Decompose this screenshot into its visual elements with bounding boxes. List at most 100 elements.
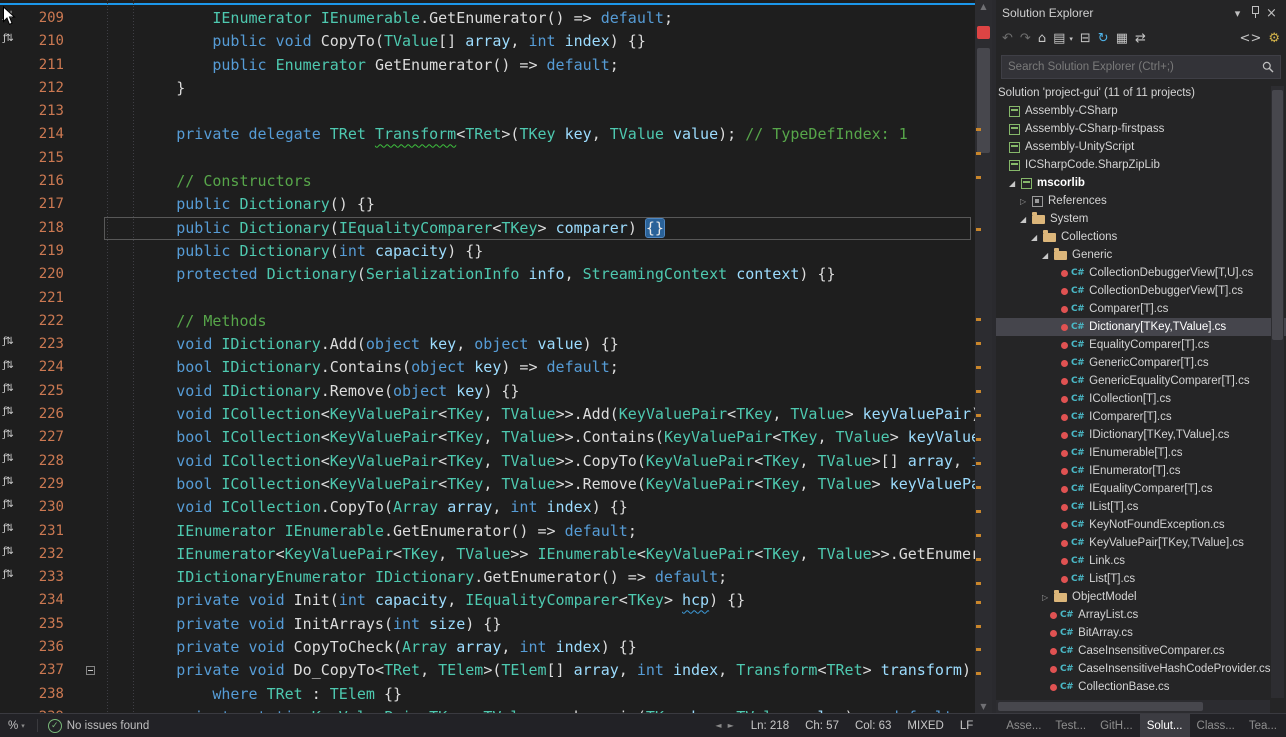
- code-line-218[interactable]: public Dictionary(IEqualityComparer<TKey…: [104, 217, 975, 240]
- tree-item[interactable]: C#IEnumerator[T].cs: [996, 462, 1286, 480]
- tree-item[interactable]: C#BitArray.cs: [996, 624, 1286, 642]
- code-line-231[interactable]: IEnumerator IEnumerable.GetEnumerator() …: [104, 520, 975, 543]
- implements-interface-icon[interactable]: ƒ⇅: [3, 10, 13, 21]
- tree-item[interactable]: C#ArrayList.cs: [996, 606, 1286, 624]
- expander-icon[interactable]: ◢: [1031, 233, 1043, 242]
- code-editor[interactable]: ƒ⇅ƒ⇅ƒ⇅ƒ⇅ƒ⇅ƒ⇅ƒ⇅ƒ⇅ƒ⇅ƒ⇅ƒ⇅ƒ⇅ƒ⇅ 2092102112122…: [0, 0, 992, 713]
- expander-icon[interactable]: ◢: [1020, 215, 1032, 224]
- code-line-232[interactable]: IEnumerator<KeyValuePair<TKey, TValue>> …: [104, 543, 975, 566]
- fold-toggle[interactable]: [86, 666, 95, 675]
- scrollbar-down-icon[interactable]: ▼: [975, 702, 992, 711]
- expander-icon[interactable]: ▷: [1020, 197, 1032, 206]
- implements-interface-icon[interactable]: ƒ⇅: [3, 33, 13, 44]
- code-line-230[interactable]: void ICollection.CopyTo(Array array, int…: [104, 496, 975, 519]
- code-line-212[interactable]: }: [104, 77, 975, 100]
- tool-window-tab[interactable]: Solut...: [1140, 714, 1190, 737]
- tool-window-tab[interactable]: Asse...: [999, 714, 1048, 737]
- panel-title-bar[interactable]: Solution Explorer ▾×: [996, 0, 1286, 26]
- expander-icon[interactable]: ▷: [1042, 593, 1054, 602]
- document-health-indicator[interactable]: ✓ No issues found: [42, 719, 155, 733]
- collapse-all-icon[interactable]: ⊟: [1080, 31, 1091, 47]
- scrollbar-thumb[interactable]: [1272, 90, 1283, 340]
- tree-item[interactable]: C#CollectionDebuggerView[T,U].cs: [996, 264, 1286, 282]
- code-line-213[interactable]: [104, 100, 975, 123]
- close-icon[interactable]: ×: [1263, 6, 1280, 21]
- forward-icon[interactable]: ↷: [1020, 31, 1031, 47]
- code-line-239[interactable]: private static KeyValuePair<TKey, TValue…: [104, 706, 975, 713]
- implements-interface-icon[interactable]: ƒ⇅: [3, 499, 13, 510]
- code-line-233[interactable]: IDictionaryEnumerator IDictionary.GetEnu…: [104, 566, 975, 589]
- code-line-211[interactable]: public Enumerator GetEnumerator() => def…: [104, 54, 975, 77]
- code-area[interactable]: IEnumerator IEnumerable.GetEnumerator() …: [104, 0, 975, 713]
- sync-with-active-document-icon[interactable]: ⇄: [1135, 31, 1146, 47]
- code-line-221[interactable]: [104, 287, 975, 310]
- pin-icon[interactable]: [1246, 5, 1263, 21]
- tree-item[interactable]: ICSharpCode.SharpZipLib: [996, 156, 1286, 174]
- tool-window-tab[interactable]: Test...: [1048, 714, 1093, 737]
- tree-item[interactable]: C#CollectionBase.cs: [996, 678, 1286, 696]
- search-box[interactable]: Search Solution Explorer (Ctrl+;): [1001, 55, 1281, 79]
- wrench-icon[interactable]: ⚙: [1268, 31, 1280, 47]
- tool-window-tab[interactable]: Tea...: [1242, 714, 1284, 737]
- tree-item[interactable]: ◢Generic: [996, 246, 1286, 264]
- chevron-down-icon[interactable]: ▾: [1069, 35, 1073, 43]
- code-line-227[interactable]: bool ICollection<KeyValuePair<TKey, TVal…: [104, 426, 975, 449]
- code-line-214[interactable]: private delegate TRet Transform<TRet>(TK…: [104, 123, 975, 146]
- code-line-222[interactable]: // Methods: [104, 310, 975, 333]
- code-line-234[interactable]: private void Init(int capacity, IEqualit…: [104, 589, 975, 612]
- implements-interface-icon[interactable]: ƒ⇅: [3, 476, 13, 487]
- tree-item[interactable]: ◢System: [996, 210, 1286, 228]
- scrollbar-thumb[interactable]: [977, 48, 990, 153]
- expander-icon[interactable]: ◢: [1042, 251, 1054, 260]
- code-line-225[interactable]: void IDictionary.Remove(object key) {}: [104, 380, 975, 403]
- expander-icon[interactable]: ◢: [1009, 179, 1021, 188]
- scroll-left-icon[interactable]: ◄: [712, 721, 724, 730]
- tree-item[interactable]: C#List[T].cs: [996, 570, 1286, 588]
- outlining-margin[interactable]: [84, 0, 104, 713]
- implements-interface-icon[interactable]: ƒ⇅: [3, 429, 13, 440]
- code-line-236[interactable]: private void CopyToCheck(Array array, in…: [104, 636, 975, 659]
- code-line-216[interactable]: // Constructors: [104, 170, 975, 193]
- tree-item[interactable]: Solution 'project-gui' (11 of 11 project…: [996, 84, 1286, 102]
- tree-item[interactable]: C#Dictionary[TKey,TValue].cs: [996, 318, 1286, 336]
- tree-horizontal-scrollbar[interactable]: [996, 700, 1270, 713]
- implements-interface-icon[interactable]: ƒ⇅: [3, 406, 13, 417]
- tree-item[interactable]: Assembly-UnityScript: [996, 138, 1286, 156]
- glyph-margin[interactable]: ƒ⇅ƒ⇅ƒ⇅ƒ⇅ƒ⇅ƒ⇅ƒ⇅ƒ⇅ƒ⇅ƒ⇅ƒ⇅ƒ⇅ƒ⇅: [0, 0, 26, 713]
- implements-interface-icon[interactable]: ƒ⇅: [3, 546, 13, 557]
- implements-interface-icon[interactable]: ƒ⇅: [3, 523, 13, 534]
- tree-item[interactable]: C#ICollection[T].cs: [996, 390, 1286, 408]
- tree-item[interactable]: C#Comparer[T].cs: [996, 300, 1286, 318]
- code-line-210[interactable]: public void CopyTo(TValue[] array, int i…: [104, 30, 975, 53]
- tree-item[interactable]: C#EqualityComparer[T].cs: [996, 336, 1286, 354]
- tree-item[interactable]: C#IComparer[T].cs: [996, 408, 1286, 426]
- tool-window-tab[interactable]: Class...: [1190, 714, 1242, 737]
- scrollbar-up-icon[interactable]: ▲: [975, 2, 992, 11]
- code-line-217[interactable]: public Dictionary() {}: [104, 193, 975, 216]
- zoom-control[interactable]: % ▾: [0, 720, 33, 732]
- tree-item[interactable]: C#IDictionary[TKey,TValue].cs: [996, 426, 1286, 444]
- code-line-229[interactable]: bool ICollection<KeyValuePair<TKey, TVal…: [104, 473, 975, 496]
- tree-item[interactable]: C#IEnumerable[T].cs: [996, 444, 1286, 462]
- refresh-icon[interactable]: ↻: [1098, 31, 1109, 47]
- tree-item[interactable]: C#Link.cs: [996, 552, 1286, 570]
- code-view-icon[interactable]: <>: [1240, 31, 1262, 47]
- home-icon[interactable]: ⌂: [1038, 31, 1046, 47]
- tree-item[interactable]: ◢Collections: [996, 228, 1286, 246]
- code-line-228[interactable]: void ICollection<KeyValuePair<TKey, TVal…: [104, 450, 975, 473]
- switch-views-icon[interactable]: ▤: [1053, 31, 1065, 47]
- back-icon[interactable]: ↶: [1002, 31, 1013, 47]
- editor-vertical-scrollbar[interactable]: ▲ ▼: [975, 0, 992, 713]
- show-all-files-icon[interactable]: ▦: [1116, 31, 1128, 47]
- implements-interface-icon[interactable]: ƒ⇅: [3, 336, 13, 347]
- tree-item[interactable]: C#IList[T].cs: [996, 498, 1286, 516]
- tree-item[interactable]: C#GenericComparer[T].cs: [996, 354, 1286, 372]
- tree-item[interactable]: Assembly-CSharp-firstpass: [996, 120, 1286, 138]
- search-icon[interactable]: [1262, 61, 1274, 73]
- code-line-223[interactable]: void IDictionary.Add(object key, object …: [104, 333, 975, 356]
- scrollbar-thumb[interactable]: [998, 702, 1203, 711]
- tool-window-tab[interactable]: GitH...: [1093, 714, 1140, 737]
- code-line-238[interactable]: where TRet : TElem {}: [104, 683, 975, 706]
- implements-interface-icon[interactable]: ƒ⇅: [3, 360, 13, 371]
- tree-item[interactable]: C#CaseInsensitiveHashCodeProvider.cs: [996, 660, 1286, 678]
